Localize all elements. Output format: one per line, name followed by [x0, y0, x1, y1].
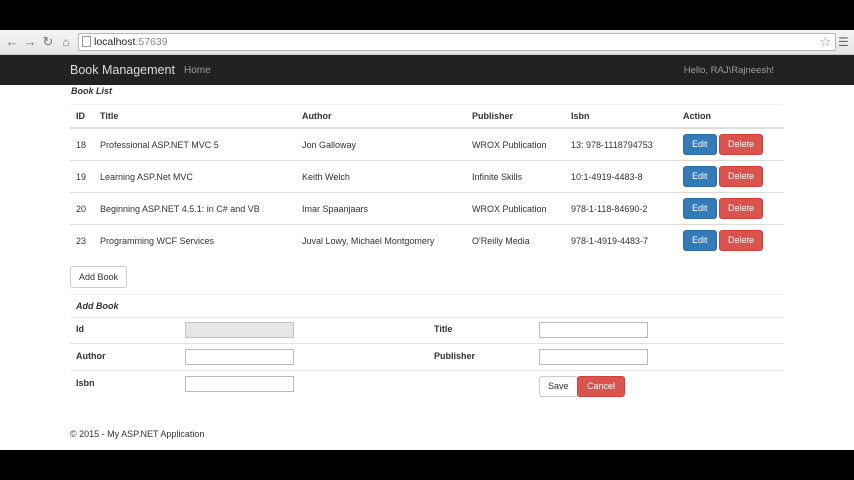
author-label: Author — [76, 351, 106, 361]
divider — [70, 294, 783, 295]
title-field[interactable] — [539, 322, 648, 338]
id-field — [185, 322, 294, 338]
home-icon[interactable]: ⌂ — [58, 34, 74, 50]
isbn-label: Isbn — [76, 378, 95, 388]
cell-isbn: 13: 978-1118794753 — [565, 127, 677, 161]
edit-button[interactable]: Edit — [683, 230, 717, 251]
book-list-title: Book List — [71, 86, 113, 96]
main-content: Book List ID Title Author Publisher Isbn… — [0, 85, 854, 450]
cell-title: Programming WCF Services — [94, 224, 296, 256]
edit-button[interactable]: Edit — [683, 134, 717, 155]
url-text: localhost:57639 — [94, 35, 168, 49]
book-table: ID Title Author Publisher Isbn Action 18… — [70, 104, 783, 256]
publisher-label: Publisher — [434, 351, 476, 361]
delete-button[interactable]: Delete — [719, 134, 764, 155]
author-field[interactable] — [185, 349, 294, 365]
cell-publisher: WROX Publication — [466, 192, 565, 225]
table-row: 18 Professional ASP.NET MVC 5 Jon Gallow… — [70, 127, 783, 161]
column-header-id: ID — [70, 104, 94, 129]
user-greeting[interactable]: Hello, RAJ\Rajneesh! — [684, 65, 774, 76]
cell-actions: Edit Delete — [677, 224, 783, 256]
cell-actions: Edit Delete — [677, 160, 783, 193]
id-label: Id — [76, 324, 84, 334]
add-book-title: Add Book — [76, 301, 119, 311]
edit-button[interactable]: Edit — [683, 166, 717, 187]
cell-isbn: 10:1-4919-4483-8 — [565, 160, 677, 193]
column-header-action: Action — [677, 104, 783, 129]
table-header-row: ID Title Author Publisher Isbn Action — [70, 104, 783, 129]
title-label: Title — [434, 324, 453, 334]
edit-button[interactable]: Edit — [683, 198, 717, 219]
url-host: localhost — [94, 36, 136, 48]
table-row: 23 Programming WCF Services Juval Lowy, … — [70, 224, 783, 256]
cell-author: Keith Welch — [296, 160, 466, 193]
app-navbar: Book Management Home Hello, RAJ\Rajneesh… — [0, 55, 854, 85]
table-row: 19 Learning ASP.Net MVC Keith Welch Infi… — [70, 160, 783, 193]
table-row: 20 Beginning ASP.NET 4.5.1: in C# and VB… — [70, 192, 783, 225]
form-row-divider — [70, 343, 783, 344]
publisher-field[interactable] — [539, 349, 648, 365]
cell-author: Juval Lowy, Michael Montgomery — [296, 224, 466, 256]
delete-button[interactable]: Delete — [719, 198, 764, 219]
cell-actions: Edit Delete — [677, 127, 783, 161]
cell-publisher: O'Reilly Media — [466, 224, 565, 256]
reload-icon[interactable]: ↻ — [40, 34, 56, 50]
forward-arrow-icon[interactable]: → — [22, 34, 38, 50]
cell-isbn: 978-1-118-84690-2 — [565, 192, 677, 225]
delete-button[interactable]: Delete — [719, 230, 764, 251]
form-row-divider — [70, 370, 783, 371]
cell-publisher: WROX Publication — [466, 127, 565, 161]
cell-id: 20 — [70, 192, 94, 225]
form-row-divider — [70, 317, 783, 318]
back-arrow-icon[interactable]: ← — [4, 34, 20, 50]
page-icon — [82, 36, 91, 47]
save-button[interactable]: Save — [539, 376, 578, 397]
cancel-button[interactable]: Cancel — [577, 376, 626, 397]
address-bar[interactable]: localhost:57639 ☆ — [78, 33, 836, 51]
cell-title: Beginning ASP.NET 4.5.1: in C# and VB — [94, 192, 296, 225]
browser-toolbar: ← → ↻ ⌂ localhost:57639 ☆ ☰ — [0, 30, 854, 55]
column-header-author: Author — [296, 104, 466, 129]
column-header-isbn: Isbn — [565, 104, 677, 129]
isbn-field[interactable] — [185, 376, 294, 392]
cell-author: Imar Spaanjaars — [296, 192, 466, 225]
cell-author: Jon Galloway — [296, 127, 466, 161]
cell-id: 23 — [70, 224, 94, 256]
video-letterbox-top — [0, 0, 854, 30]
column-header-title: Title — [94, 104, 296, 129]
browser-menu-icon[interactable]: ☰ — [838, 35, 849, 49]
cell-title: Professional ASP.NET MVC 5 — [94, 127, 296, 161]
cell-publisher: Infinite Skills — [466, 160, 565, 193]
add-book-button[interactable]: Add Book — [70, 266, 128, 288]
bookmark-star-icon[interactable]: ☆ — [819, 34, 831, 50]
delete-button[interactable]: Delete — [719, 166, 764, 187]
nav-link-home[interactable]: Home — [184, 65, 211, 76]
cell-id: 18 — [70, 127, 94, 161]
cell-actions: Edit Delete — [677, 192, 783, 225]
cell-isbn: 978-1-4919-4483-7 — [565, 224, 677, 256]
cell-title: Learning ASP.Net MVC — [94, 160, 296, 193]
footer-copyright: © 2015 - My ASP.NET Application — [70, 429, 205, 439]
cell-id: 19 — [70, 160, 94, 193]
column-header-publisher: Publisher — [466, 104, 565, 129]
video-letterbox-bottom — [0, 450, 854, 480]
navbar-brand[interactable]: Book Management — [70, 63, 175, 77]
url-port: :57639 — [135, 36, 168, 48]
